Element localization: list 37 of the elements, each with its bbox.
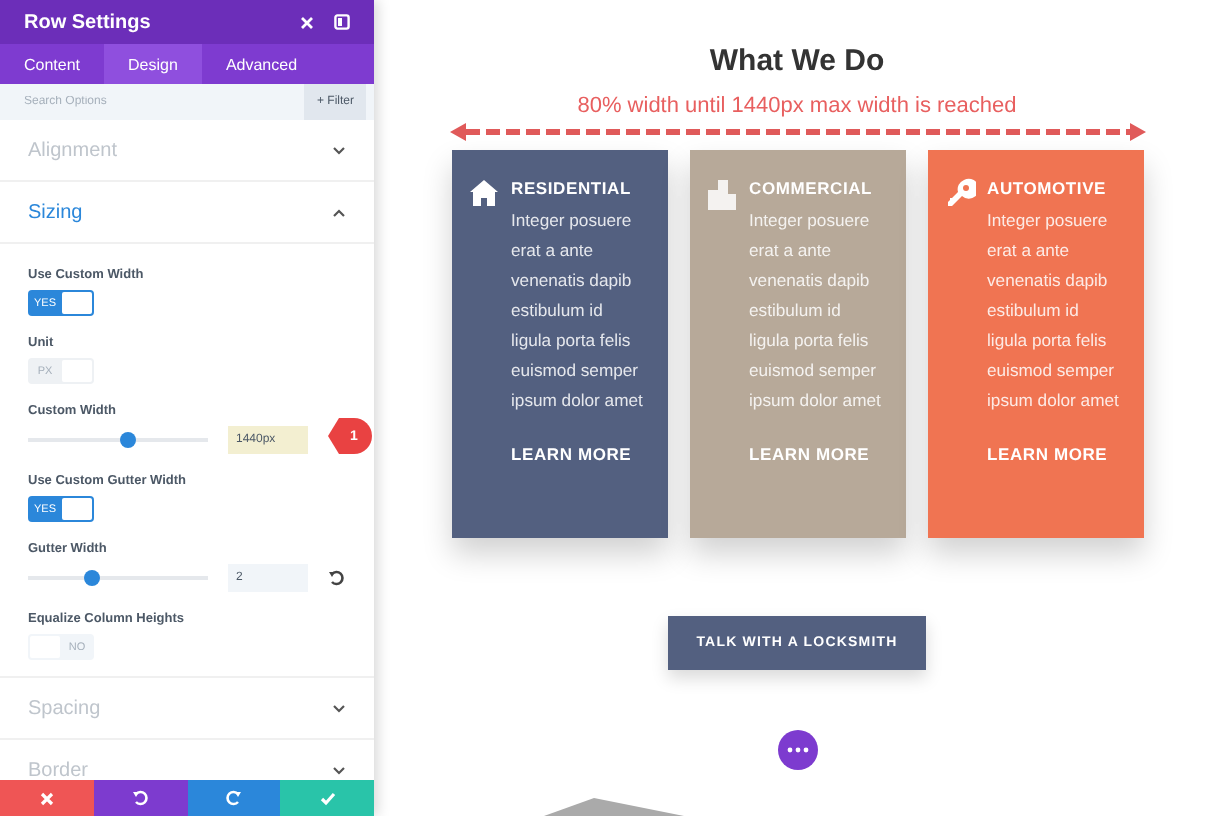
learn-more-link[interactable]: LEARN MORE <box>749 444 883 464</box>
card-text: Integer posuere erat a ante venenatis dapib estibulum id ligula porta felis euismod semper ipsum dolor amet <box>749 208 883 414</box>
section-heading: What We Do <box>709 44 885 78</box>
chevron-down-icon[interactable] <box>332 703 346 713</box>
triangle-shape-drawing <box>544 798 684 816</box>
slider-thumb[interactable] <box>83 570 99 586</box>
close-icon <box>39 791 54 805</box>
redo-button[interactable] <box>187 780 281 816</box>
annotation-text: 80% width until 1440px max width is reached <box>577 94 1017 118</box>
card-title: AUTOMOTIVE <box>987 178 1109 198</box>
close-icon[interactable] <box>300 15 314 29</box>
building-icon <box>705 178 737 210</box>
tab[interactable]: Content <box>0 44 105 84</box>
sidebar-toggle-icon[interactable] <box>334 14 350 30</box>
learn-more-link[interactable]: LEARN MORE <box>987 444 1121 464</box>
chevron-up-icon[interactable] <box>332 207 346 217</box>
tab[interactable]: Advanced <box>201 44 322 84</box>
check-icon <box>319 791 336 805</box>
card-text: Integer posuere erat a ante venenatis dapib estibulum id ligula porta felis euismod semper ipsum dolor amet <box>987 208 1121 414</box>
chevron-down-icon[interactable] <box>332 145 346 155</box>
slider-thumb[interactable] <box>119 432 135 448</box>
key-icon <box>943 178 975 210</box>
card-title: RESIDENTIAL <box>511 178 633 198</box>
card-text: Integer posuere erat a ante venenatis dapib estibulum id ligula porta felis euismod semper ipsum dolor amet <box>511 208 645 414</box>
more-options-icon[interactable] <box>777 730 817 770</box>
reset-icon[interactable] <box>328 570 344 586</box>
cancel-button[interactable] <box>0 780 94 816</box>
section-title[interactable]: Sizing <box>28 201 332 223</box>
panel-title: Row Settings <box>24 11 153 33</box>
redo-icon <box>225 790 242 806</box>
tab[interactable]: Design <box>104 44 202 84</box>
learn-more-link[interactable]: LEARN MORE <box>511 444 645 464</box>
undo-icon <box>132 790 149 806</box>
chevron-down-icon[interactable] <box>332 765 346 775</box>
card-title: COMMERCIAL <box>749 178 875 198</box>
house-icon <box>467 178 499 208</box>
undo-button[interactable] <box>93 780 187 816</box>
